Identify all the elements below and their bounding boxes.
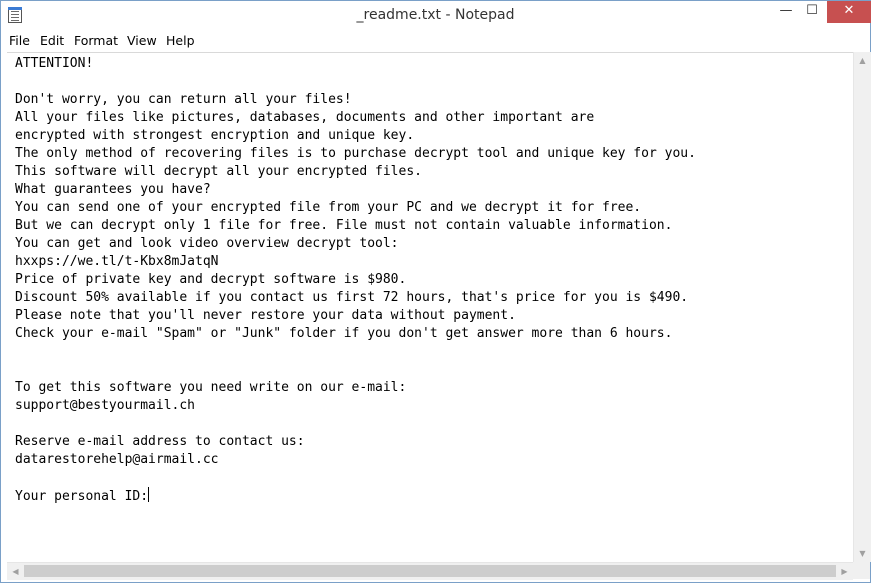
document-text[interactable]: ATTENTION! Don't worry, you can return a… bbox=[15, 55, 696, 506]
scroll-down-icon[interactable]: ▼ bbox=[854, 545, 871, 562]
menu-bar: File Edit Format View Help bbox=[1, 31, 870, 52]
menu-file[interactable]: File bbox=[9, 33, 30, 48]
horizontal-scroll-thumb[interactable] bbox=[24, 565, 836, 577]
menu-view[interactable]: View bbox=[127, 33, 157, 48]
scroll-left-icon[interactable]: ◀ bbox=[7, 563, 24, 580]
document-content: ATTENTION! Don't worry, you can return a… bbox=[15, 56, 696, 504]
maximize-button[interactable]: ☐ bbox=[799, 1, 825, 23]
menu-edit[interactable]: Edit bbox=[40, 33, 64, 48]
menu-help[interactable]: Help bbox=[166, 33, 195, 48]
horizontal-scrollbar[interactable]: ◀ ▶ bbox=[7, 562, 853, 580]
scroll-right-icon[interactable]: ▶ bbox=[836, 563, 853, 580]
menu-format[interactable]: Format bbox=[74, 33, 118, 48]
notepad-window: _readme.txt - Notepad — ☐ ✕ File Edit Fo… bbox=[0, 0, 871, 583]
window-title: _readme.txt - Notepad bbox=[356, 7, 515, 23]
text-caret bbox=[148, 487, 150, 502]
close-button[interactable]: ✕ bbox=[827, 1, 871, 23]
title-bar[interactable]: _readme.txt - Notepad — ☐ ✕ bbox=[1, 1, 871, 31]
vertical-scrollbar[interactable]: ▲ ▼ bbox=[853, 52, 871, 562]
minimize-button[interactable]: — bbox=[773, 1, 799, 23]
scroll-up-icon[interactable]: ▲ bbox=[854, 52, 871, 69]
text-editor[interactable]: ATTENTION! Don't worry, you can return a… bbox=[7, 52, 853, 563]
scrollbar-corner bbox=[853, 562, 870, 579]
